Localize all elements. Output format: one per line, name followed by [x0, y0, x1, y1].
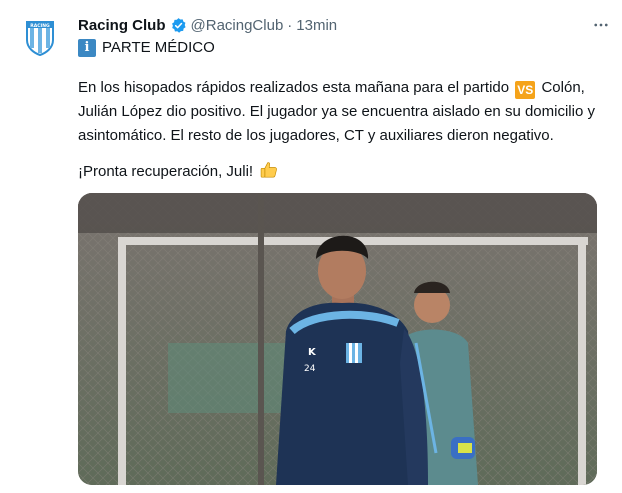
racing-club-crest: RACING [26, 21, 54, 56]
user-handle[interactable]: @RacingClub [191, 17, 284, 34]
timestamp[interactable]: 13min [296, 17, 337, 34]
vs-icon: VS [515, 81, 536, 99]
closing-paragraph: ¡Pronta recuperación, Juli! [78, 160, 608, 188]
svg-text:RACING: RACING [30, 23, 50, 29]
headline-line: i PARTE MÉDICO [78, 38, 215, 58]
headline-text: PARTE MÉDICO [102, 39, 215, 56]
thumbs-up-icon [259, 160, 279, 188]
verified-badge-icon [170, 17, 187, 34]
avatar[interactable]: RACING [16, 14, 64, 62]
tweet-body: En los hisopados rápidos realizados esta… [78, 76, 608, 188]
information-icon: i [78, 39, 96, 57]
more-options-icon[interactable] [588, 12, 614, 38]
closing-text: ¡Pronta recuperación, Juli! [78, 163, 254, 180]
tweet-header: Racing Club @RacingClub · 13min [78, 14, 606, 36]
body-paragraph: En los hisopados rápidos realizados esta… [78, 76, 608, 148]
tweet-photo[interactable]: K 24 [78, 193, 597, 485]
separator-dot: · [287, 16, 293, 34]
display-name[interactable]: Racing Club [78, 17, 166, 34]
svg-text:24: 24 [304, 364, 316, 374]
svg-text:K: K [308, 347, 317, 358]
photo-illustration: K 24 [78, 193, 597, 485]
tweet[interactable]: RACING Racing Club @RacingClub · 13min i… [0, 0, 622, 493]
body-text-start: En los hisopados rápidos realizados esta… [78, 79, 514, 96]
